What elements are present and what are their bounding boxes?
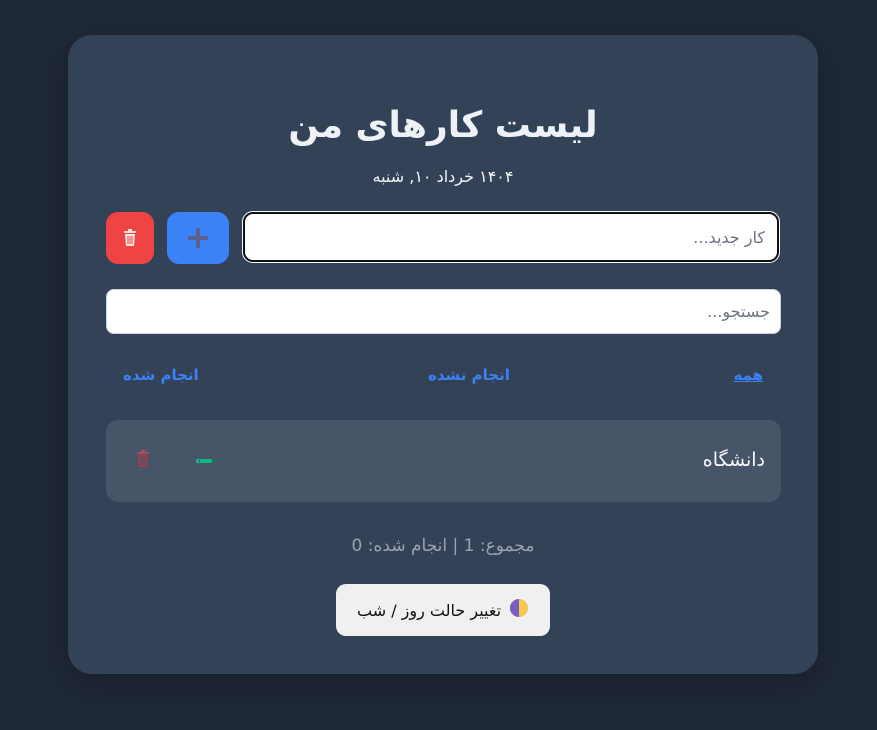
plus-icon bbox=[167, 212, 229, 264]
date-label: ۱۴۰۴ خرداد ۱۰, شنبه bbox=[372, 167, 514, 186]
filter-all[interactable]: همه bbox=[733, 366, 763, 384]
theme-toggle-button[interactable]: تغییر حالت روز / شب bbox=[336, 584, 550, 636]
pen-icon[interactable] bbox=[194, 452, 218, 470]
search-input[interactable] bbox=[106, 289, 781, 334]
filter-done[interactable]: انجام شده bbox=[123, 366, 199, 384]
new-task-input[interactable] bbox=[242, 211, 780, 263]
task-item: دانشگاه bbox=[106, 420, 781, 502]
task-text: دانشگاه bbox=[702, 449, 765, 471]
half-moon-icon bbox=[509, 598, 529, 622]
page-title: لیست کارهای من bbox=[288, 105, 598, 146]
trash-icon[interactable] bbox=[136, 450, 154, 472]
theme-toggle-label: تغییر حالت روز / شب bbox=[356, 600, 502, 620]
add-task-button[interactable] bbox=[167, 212, 229, 264]
filter-undone[interactable]: انجام نشده bbox=[428, 366, 510, 384]
clear-all-button[interactable] bbox=[106, 212, 154, 264]
todo-card: لیست کارهای من ۱۴۰۴ خرداد ۱۰, شنبه همه ا… bbox=[68, 35, 818, 674]
stats-summary: مجموع: 1 | انجام شده: 0 bbox=[351, 536, 535, 556]
trash-icon bbox=[106, 212, 154, 264]
